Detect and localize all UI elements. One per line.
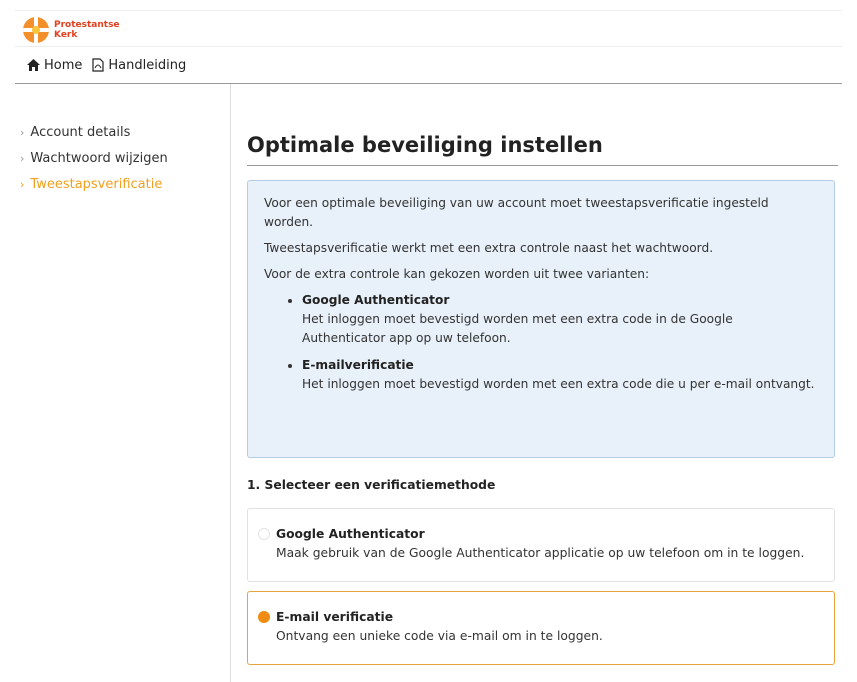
- logo-line-1: Protestantse: [54, 20, 120, 30]
- option-description: Ontvang een unieke code via e-mail om in…: [276, 629, 603, 643]
- info-paragraph: Tweestapsverificatie werkt met een extra…: [264, 241, 714, 255]
- info-list: Google Authenticator Het inloggen moet b…: [302, 291, 818, 394]
- info-box: Voor een optimale beveiliging van uw acc…: [247, 180, 835, 458]
- info-list-item: E-mailverificatie Het inloggen moet beve…: [302, 356, 818, 394]
- sidebar-item-label: Wachtwoord wijzigen: [30, 150, 168, 166]
- top-bar: Protestantse Kerk: [15, 10, 842, 47]
- option-description: Maak gebruik van de Google Authenticator…: [276, 546, 805, 560]
- sidebar-item-label: Tweestapsverificatie: [30, 176, 163, 192]
- logo-line-2: Kerk: [54, 30, 78, 40]
- home-icon: [27, 59, 40, 71]
- page: Protestantse Kerk Home Handleiding › Acc…: [15, 10, 842, 682]
- nav-bar: Home Handleiding: [15, 47, 842, 84]
- option-title: Google Authenticator: [276, 527, 425, 541]
- nav-manual-link[interactable]: Handleiding: [92, 58, 186, 73]
- chevron-right-icon: ›: [20, 177, 25, 191]
- info-paragraph: Voor de extra controle kan gekozen worde…: [264, 267, 650, 281]
- sidebar-item-label: Account details: [30, 124, 131, 140]
- logo[interactable]: Protestantse Kerk: [23, 16, 143, 44]
- option-title: E-mail verificatie: [276, 610, 394, 624]
- page-title: Optimale beveiliging instellen: [247, 132, 838, 166]
- info-list-item: Google Authenticator Het inloggen moet b…: [302, 291, 818, 348]
- chevron-right-icon: ›: [20, 125, 25, 139]
- radio-google-authenticator[interactable]: [258, 528, 270, 540]
- logo-cross-icon: [23, 17, 49, 43]
- info-paragraph: Voor een optimale beveiliging van uw acc…: [264, 196, 769, 229]
- nav-home-link[interactable]: Home: [27, 58, 82, 73]
- sidebar-item-change-password[interactable]: › Wachtwoord wijzigen: [15, 145, 230, 171]
- info-list-item-title: E-mailverificatie: [302, 358, 414, 372]
- nav-home-label: Home: [44, 57, 83, 73]
- radio-email-verification[interactable]: [258, 611, 270, 623]
- chevron-right-icon: ›: [20, 151, 25, 165]
- sidebar-item-account-details[interactable]: › Account details: [15, 119, 230, 145]
- logo-text: Protestantse Kerk: [54, 20, 120, 40]
- pdf-file-icon: [92, 58, 104, 72]
- step-label: 1. Selecteer een verificatiemethode: [247, 478, 496, 492]
- nav-manual-label: Handleiding: [108, 57, 187, 73]
- option-email-verification[interactable]: E-mail verificatie Ontvang een unieke co…: [247, 591, 835, 665]
- main-content: Optimale beveiliging instellen Voor een …: [247, 84, 838, 665]
- option-google-authenticator[interactable]: Google Authenticator Maak gebruik van de…: [247, 508, 835, 582]
- sidebar: › Account details › Wachtwoord wijzigen …: [15, 84, 231, 682]
- info-list-item-text: Het inloggen moet bevestigd worden met e…: [302, 377, 815, 391]
- sidebar-item-two-step-verification[interactable]: › Tweestapsverificatie: [15, 171, 230, 197]
- info-list-item-title: Google Authenticator: [302, 293, 450, 307]
- info-list-item-text: Het inloggen moet bevestigd worden met e…: [302, 312, 733, 345]
